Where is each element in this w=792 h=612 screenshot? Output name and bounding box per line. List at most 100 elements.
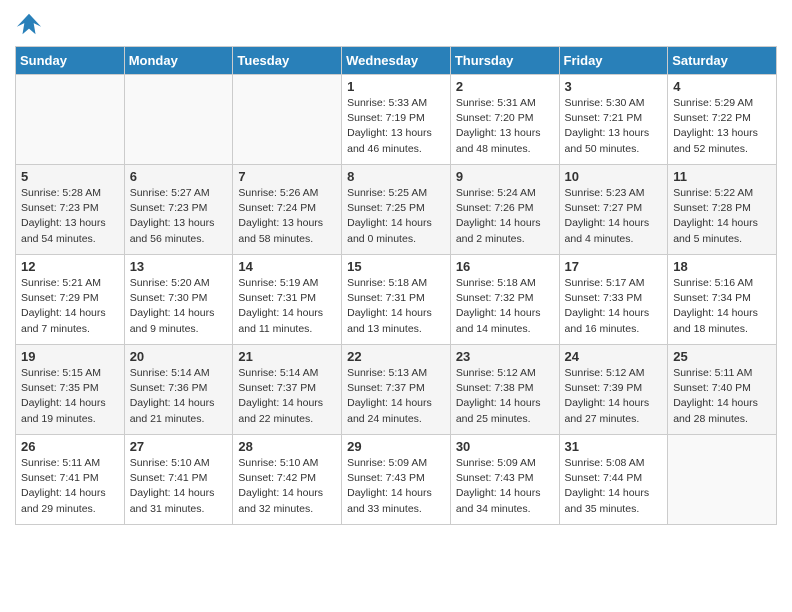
day-info: Sunrise: 5:17 AMSunset: 7:33 PMDaylight:… [565, 276, 663, 337]
calendar-cell: 13 Sunrise: 5:20 AMSunset: 7:30 PMDayligh… [124, 255, 233, 345]
day-info: Sunrise: 5:18 AMSunset: 7:32 PMDaylight:… [456, 276, 554, 337]
page-container: SundayMondayTuesdayWednesdayThursdayFrid… [0, 0, 792, 535]
day-info: Sunrise: 5:23 AMSunset: 7:27 PMDaylight:… [565, 186, 663, 247]
weekday-header-tuesday: Tuesday [233, 47, 342, 75]
calendar-cell: 12 Sunrise: 5:21 AMSunset: 7:29 PMDayligh… [16, 255, 125, 345]
weekday-header-thursday: Thursday [450, 47, 559, 75]
day-info: Sunrise: 5:31 AMSunset: 7:20 PMDaylight:… [456, 96, 554, 157]
logo [15, 10, 47, 38]
weekday-header-saturday: Saturday [668, 47, 777, 75]
day-number: 31 [565, 439, 663, 454]
day-info: Sunrise: 5:22 AMSunset: 7:28 PMDaylight:… [673, 186, 771, 247]
calendar-cell: 25Sunrise: 5:11 AMSunset: 7:40 PMDayligh… [668, 345, 777, 435]
header [15, 10, 777, 38]
day-number: 5 [21, 169, 119, 184]
day-number: 20 [130, 349, 228, 364]
day-number: 16 [456, 259, 554, 274]
weekday-header-monday: Monday [124, 47, 233, 75]
day-info: Sunrise: 5:13 AMSunset: 7:37 PMDaylight:… [347, 366, 445, 427]
calendar-cell: 19 Sunrise: 5:15 AMSunset: 7:35 PMDayligh… [16, 345, 125, 435]
day-info: Sunrise: 5:21 AMSunset: 7:29 PMDaylight:… [21, 276, 119, 337]
day-info: Sunrise: 5:18 AMSunset: 7:31 PMDaylight:… [347, 276, 445, 337]
calendar-cell: 10 Sunrise: 5:23 AMSunset: 7:27 PMDayligh… [559, 165, 668, 255]
calendar-cell: 29 Sunrise: 5:09 AMSunset: 7:43 PMDayligh… [342, 435, 451, 525]
calendar-cell: 17 Sunrise: 5:17 AMSunset: 7:33 PMDayligh… [559, 255, 668, 345]
day-number: 9 [456, 169, 554, 184]
day-number: 15 [347, 259, 445, 274]
day-info: Sunrise: 5:08 AMSunset: 7:44 PMDaylight:… [565, 456, 663, 517]
weekday-header-wednesday: Wednesday [342, 47, 451, 75]
logo-icon [15, 10, 43, 38]
calendar-cell: 22 Sunrise: 5:13 AMSunset: 7:37 PMDayligh… [342, 345, 451, 435]
calendar-cell: 4Sunrise: 5:29 AMSunset: 7:22 PMDaylight… [668, 75, 777, 165]
day-info: Sunrise: 5:33 AMSunset: 7:19 PMDaylight:… [347, 96, 445, 157]
calendar-cell: 28 Sunrise: 5:10 AMSunset: 7:42 PMDayligh… [233, 435, 342, 525]
calendar-cell: 2 Sunrise: 5:31 AMSunset: 7:20 PMDaylight… [450, 75, 559, 165]
calendar-cell: 23Sunrise: 5:12 AMSunset: 7:38 PMDayligh… [450, 345, 559, 435]
day-number: 30 [456, 439, 554, 454]
day-info: Sunrise: 5:11 AMSunset: 7:41 PMDaylight:… [21, 456, 119, 517]
day-number: 7 [238, 169, 336, 184]
calendar-cell: 21 Sunrise: 5:14 AMSunset: 7:37 PMDayligh… [233, 345, 342, 435]
calendar-cell: 1 Sunrise: 5:33 AMSunset: 7:19 PMDaylight… [342, 75, 451, 165]
calendar-cell: 26 Sunrise: 5:11 AMSunset: 7:41 PMDayligh… [16, 435, 125, 525]
calendar-cell: 31 Sunrise: 5:08 AMSunset: 7:44 PMDayligh… [559, 435, 668, 525]
day-number: 13 [130, 259, 228, 274]
weekday-header-sunday: Sunday [16, 47, 125, 75]
day-number: 23 [456, 349, 554, 364]
calendar-cell [668, 435, 777, 525]
day-number: 22 [347, 349, 445, 364]
day-info: Sunrise: 5:14 AMSunset: 7:37 PMDaylight:… [238, 366, 336, 427]
day-info: Sunrise: 5:12 AMSunset: 7:39 PMDaylight:… [565, 366, 663, 427]
day-info: Sunrise: 5:15 AMSunset: 7:35 PMDaylight:… [21, 366, 119, 427]
calendar-cell: 16 Sunrise: 5:18 AMSunset: 7:32 PMDayligh… [450, 255, 559, 345]
calendar-cell: 20Sunrise: 5:14 AMSunset: 7:36 PMDayligh… [124, 345, 233, 435]
day-number: 19 [21, 349, 119, 364]
day-number: 25 [673, 349, 771, 364]
calendar-cell: 5 Sunrise: 5:28 AMSunset: 7:23 PMDaylight… [16, 165, 125, 255]
calendar-cell: 30 Sunrise: 5:09 AMSunset: 7:43 PMDayligh… [450, 435, 559, 525]
day-info: Sunrise: 5:10 AMSunset: 7:41 PMDaylight:… [130, 456, 228, 517]
calendar-cell: 18Sunrise: 5:16 AMSunset: 7:34 PMDayligh… [668, 255, 777, 345]
calendar-cell: 7Sunrise: 5:26 AMSunset: 7:24 PMDaylight… [233, 165, 342, 255]
day-info: Sunrise: 5:28 AMSunset: 7:23 PMDaylight:… [21, 186, 119, 247]
day-info: Sunrise: 5:29 AMSunset: 7:22 PMDaylight:… [673, 96, 771, 157]
calendar-cell [16, 75, 125, 165]
day-number: 29 [347, 439, 445, 454]
day-number: 2 [456, 79, 554, 94]
day-number: 10 [565, 169, 663, 184]
day-number: 26 [21, 439, 119, 454]
day-info: Sunrise: 5:10 AMSunset: 7:42 PMDaylight:… [238, 456, 336, 517]
day-number: 8 [347, 169, 445, 184]
day-number: 27 [130, 439, 228, 454]
day-number: 21 [238, 349, 336, 364]
day-info: Sunrise: 5:16 AMSunset: 7:34 PMDaylight:… [673, 276, 771, 337]
day-info: Sunrise: 5:25 AMSunset: 7:25 PMDaylight:… [347, 186, 445, 247]
calendar-cell: 9Sunrise: 5:24 AMSunset: 7:26 PMDaylight… [450, 165, 559, 255]
day-number: 28 [238, 439, 336, 454]
day-number: 24 [565, 349, 663, 364]
day-number: 1 [347, 79, 445, 94]
calendar-table: SundayMondayTuesdayWednesdayThursdayFrid… [15, 46, 777, 525]
day-info: Sunrise: 5:27 AMSunset: 7:23 PMDaylight:… [130, 186, 228, 247]
day-info: Sunrise: 5:09 AMSunset: 7:43 PMDaylight:… [456, 456, 554, 517]
calendar-cell: 6 Sunrise: 5:27 AMSunset: 7:23 PMDaylight… [124, 165, 233, 255]
day-info: Sunrise: 5:20 AMSunset: 7:30 PMDaylight:… [130, 276, 228, 337]
day-number: 14 [238, 259, 336, 274]
calendar-week-row: 1 Sunrise: 5:33 AMSunset: 7:19 PMDaylight… [16, 75, 777, 165]
day-number: 11 [673, 169, 771, 184]
calendar-cell: 24 Sunrise: 5:12 AMSunset: 7:39 PMDayligh… [559, 345, 668, 435]
day-info: Sunrise: 5:19 AMSunset: 7:31 PMDaylight:… [238, 276, 336, 337]
day-number: 12 [21, 259, 119, 274]
calendar-week-row: 26 Sunrise: 5:11 AMSunset: 7:41 PMDayligh… [16, 435, 777, 525]
calendar-cell: 3Sunrise: 5:30 AMSunset: 7:21 PMDaylight… [559, 75, 668, 165]
calendar-cell: 8 Sunrise: 5:25 AMSunset: 7:25 PMDaylight… [342, 165, 451, 255]
day-number: 17 [565, 259, 663, 274]
calendar-cell: 14 Sunrise: 5:19 AMSunset: 7:31 PMDayligh… [233, 255, 342, 345]
day-info: Sunrise: 5:09 AMSunset: 7:43 PMDaylight:… [347, 456, 445, 517]
calendar-cell: 11 Sunrise: 5:22 AMSunset: 7:28 PMDayligh… [668, 165, 777, 255]
calendar-week-row: 5 Sunrise: 5:28 AMSunset: 7:23 PMDaylight… [16, 165, 777, 255]
calendar-cell: 15 Sunrise: 5:18 AMSunset: 7:31 PMDayligh… [342, 255, 451, 345]
calendar-cell [233, 75, 342, 165]
day-number: 6 [130, 169, 228, 184]
